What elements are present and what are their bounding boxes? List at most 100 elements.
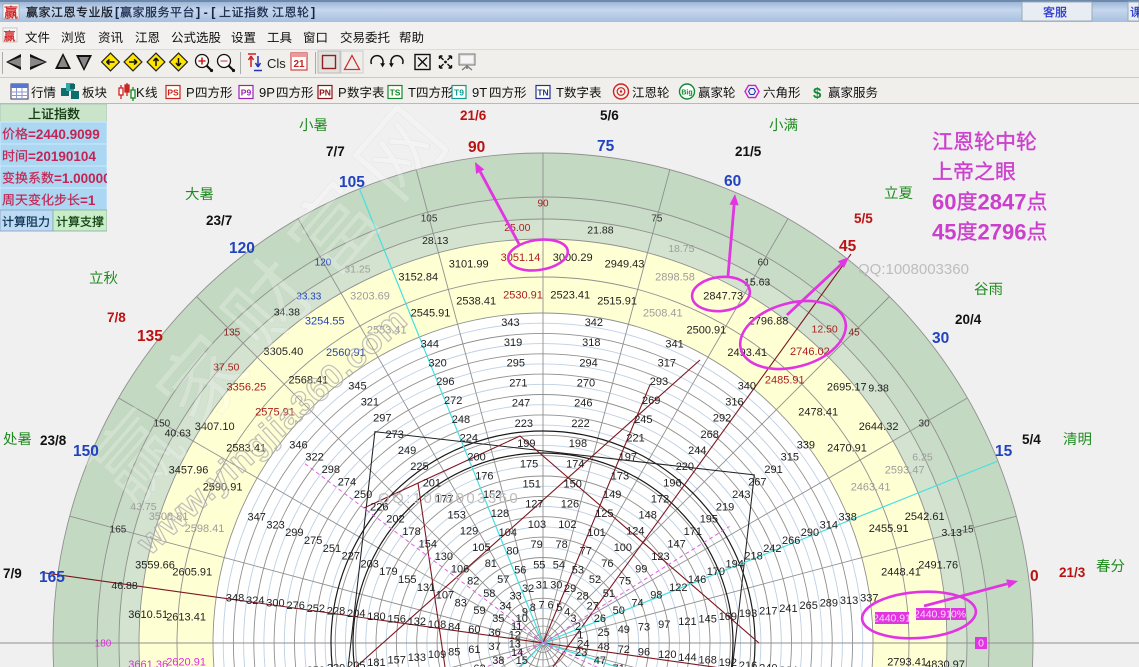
- svg-text:193: 193: [739, 608, 757, 620]
- svg-text:78: 78: [556, 539, 568, 551]
- svg-text:3152.84: 3152.84: [398, 271, 438, 283]
- svg-text:2644.32: 2644.32: [859, 421, 899, 433]
- svg-text:23/7: 23/7: [206, 213, 232, 228]
- svg-text:322: 322: [305, 452, 323, 464]
- svg-text:321: 321: [361, 396, 379, 408]
- svg-text:315: 315: [781, 452, 799, 464]
- svg-text:2542.61: 2542.61: [905, 511, 945, 523]
- svg-text:51: 51: [603, 588, 615, 600]
- svg-text:149: 149: [603, 489, 621, 501]
- svg-text:Big: Big: [681, 90, 692, 97]
- svg-text:296: 296: [436, 376, 454, 388]
- svg-text:7/9: 7/9: [3, 566, 22, 581]
- svg-text:201: 201: [423, 477, 441, 489]
- svg-text:QQ:1008003360: QQ:1008003360: [378, 490, 520, 507]
- svg-text:48: 48: [598, 641, 610, 653]
- svg-text:2440.91: 2440.91: [873, 613, 911, 625]
- svg-text:244: 244: [688, 445, 706, 457]
- svg-text:7: 7: [539, 600, 545, 612]
- svg-text:339: 339: [797, 439, 815, 451]
- svg-text:205: 205: [347, 660, 365, 667]
- svg-text:37: 37: [489, 641, 501, 653]
- svg-text:2440.91: 2440.91: [914, 609, 952, 621]
- svg-text:145: 145: [699, 614, 717, 626]
- svg-text:245: 245: [634, 414, 652, 426]
- svg-text:34.38: 34.38: [274, 306, 300, 318]
- svg-text:2847.73: 2847.73: [703, 291, 743, 303]
- svg-text:Cls: Cls: [267, 56, 286, 71]
- svg-text:105: 105: [421, 214, 438, 225]
- svg-text:150: 150: [564, 479, 582, 491]
- svg-text:60: 60: [757, 257, 769, 268]
- svg-text:180: 180: [367, 611, 385, 623]
- svg-text:165: 165: [39, 569, 65, 586]
- svg-text:2898.58: 2898.58: [655, 271, 695, 283]
- svg-text:2620.91: 2620.91: [166, 657, 206, 667]
- svg-text:81: 81: [485, 558, 497, 570]
- svg-text:P9: P9: [241, 88, 252, 98]
- svg-text:2593.47: 2593.47: [885, 465, 925, 477]
- svg-text:30: 30: [932, 330, 949, 347]
- svg-text:179: 179: [379, 566, 397, 578]
- svg-text:2491.76: 2491.76: [918, 559, 958, 571]
- svg-text:75: 75: [651, 214, 663, 225]
- svg-text:6.25: 6.25: [912, 451, 933, 463]
- svg-text:28.13: 28.13: [422, 235, 448, 247]
- svg-text:90: 90: [468, 139, 485, 156]
- svg-text:55: 55: [533, 559, 545, 571]
- svg-text:5: 5: [556, 602, 562, 614]
- svg-text:314: 314: [820, 519, 838, 531]
- svg-text:218: 218: [744, 551, 762, 563]
- svg-text:135: 135: [137, 328, 163, 345]
- svg-text:82: 82: [467, 576, 479, 588]
- svg-text:192: 192: [719, 657, 737, 667]
- svg-text:=1: =1: [80, 193, 96, 208]
- svg-text:9P: 9P: [259, 85, 275, 100]
- svg-text:173: 173: [611, 470, 629, 482]
- svg-text:56: 56: [514, 564, 526, 576]
- svg-text:46.88: 46.88: [111, 580, 137, 592]
- svg-text:147: 147: [667, 539, 685, 551]
- svg-text:343: 343: [501, 317, 519, 329]
- svg-text:125: 125: [595, 508, 613, 520]
- svg-text:150: 150: [73, 443, 99, 460]
- svg-text:249: 249: [398, 445, 416, 457]
- svg-text:38: 38: [492, 655, 504, 667]
- svg-text:75: 75: [619, 576, 631, 588]
- svg-text:172: 172: [651, 493, 669, 505]
- svg-text:2793.41: 2793.41: [887, 657, 927, 667]
- svg-text:122: 122: [669, 582, 687, 594]
- svg-text:223: 223: [515, 418, 533, 430]
- svg-text:2470.91: 2470.91: [827, 442, 867, 454]
- svg-text:242: 242: [763, 543, 781, 555]
- svg-text:289: 289: [820, 598, 838, 610]
- svg-text:180: 180: [95, 639, 112, 650]
- svg-text:3: 3: [570, 613, 576, 625]
- svg-text:2545.91: 2545.91: [411, 307, 451, 319]
- svg-text:3661.36: 3661.36: [128, 659, 168, 667]
- svg-text:2796.88: 2796.88: [749, 316, 789, 328]
- svg-text:203: 203: [361, 558, 379, 570]
- svg-text:107: 107: [436, 590, 454, 602]
- svg-text:P: P: [338, 85, 347, 100]
- svg-text:294: 294: [579, 357, 597, 369]
- svg-text:85: 85: [448, 647, 460, 659]
- svg-text:75: 75: [597, 138, 615, 155]
- svg-text:35: 35: [492, 613, 504, 625]
- svg-text:131: 131: [417, 582, 435, 594]
- svg-text:292: 292: [713, 413, 731, 425]
- svg-text:21: 21: [293, 59, 305, 70]
- svg-text:97: 97: [658, 619, 670, 631]
- svg-text:23/8: 23/8: [40, 433, 67, 448]
- svg-text:146: 146: [688, 574, 706, 586]
- svg-text:151: 151: [523, 479, 541, 491]
- svg-text:154: 154: [419, 539, 437, 551]
- svg-text:TS: TS: [390, 88, 401, 98]
- svg-text:293: 293: [650, 376, 668, 388]
- svg-text:34: 34: [499, 601, 511, 613]
- svg-text:T: T: [556, 85, 564, 100]
- svg-text:32: 32: [522, 583, 534, 595]
- svg-text:274: 274: [338, 477, 356, 489]
- svg-text:3610.51: 3610.51: [128, 609, 168, 621]
- svg-text:268: 268: [701, 429, 719, 441]
